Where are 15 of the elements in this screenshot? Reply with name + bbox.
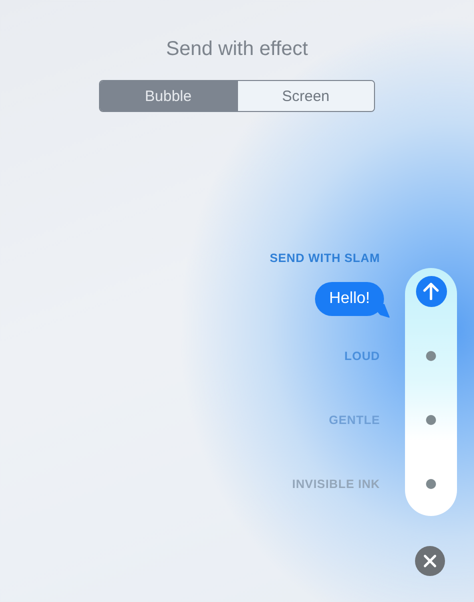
arrow-up-icon xyxy=(423,282,439,300)
close-icon xyxy=(423,554,437,568)
effect-dot[interactable] xyxy=(426,351,436,361)
effect-dot[interactable] xyxy=(426,415,436,425)
close-button[interactable] xyxy=(415,546,445,576)
effect-label[interactable]: INVISIBLE INK xyxy=(292,477,380,491)
effect-label[interactable]: LOUD xyxy=(344,349,380,363)
effect-label[interactable]: GENTLE xyxy=(328,413,380,427)
sheet-title: Send with effect xyxy=(166,37,308,61)
send-button[interactable] xyxy=(416,276,446,306)
effect-label[interactable]: SEND WITH SLAM xyxy=(270,251,380,265)
segment-tab[interactable]: Screen xyxy=(236,81,374,111)
segment-tab[interactable]: Bubble xyxy=(100,81,236,111)
effect-slider[interactable] xyxy=(405,268,457,516)
effect-dot[interactable] xyxy=(426,479,436,489)
